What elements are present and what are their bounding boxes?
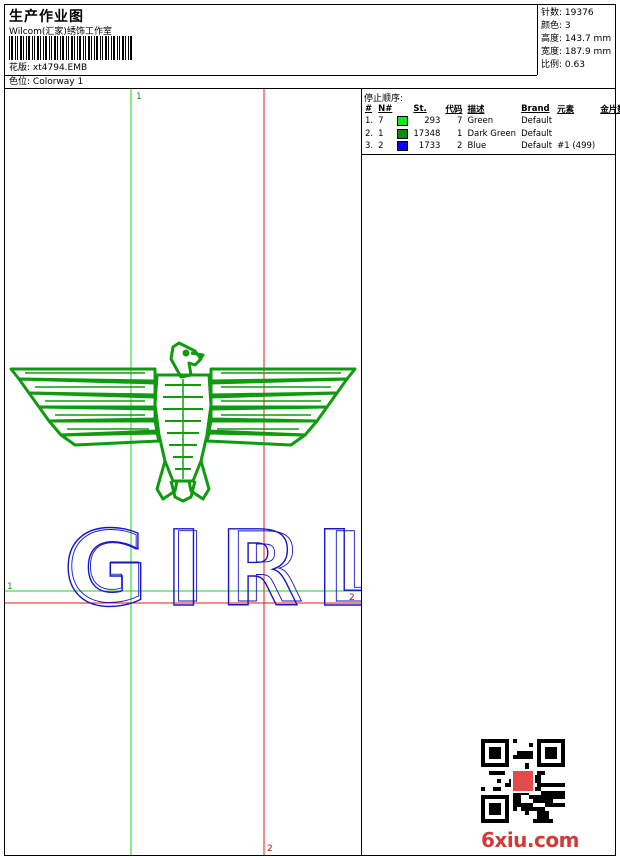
- column-divider: [361, 88, 362, 855]
- green-vertical-guide-label: 1: [136, 92, 142, 102]
- col-code: 代码: [445, 105, 463, 115]
- stats-panel: 针数: 19376 颜色: 3 高度: 143.7 mm 宽度: 187.9 m…: [541, 7, 617, 72]
- colorway-name: Colorway 1: [32, 77, 84, 87]
- col-index: #: [365, 104, 373, 114]
- colorway-label: 色位:: [9, 77, 31, 87]
- table-row: 2. 1 17348 1 Dark Green Default: [365, 128, 553, 139]
- sequence-divider: [361, 154, 615, 155]
- color-swatch: [397, 141, 409, 151]
- color-count: 颜色: 3: [541, 21, 571, 31]
- qr-code: [481, 739, 565, 823]
- col-element: 元素: [557, 105, 575, 115]
- design-scale: 比例: 0.63: [541, 60, 585, 70]
- col-brand: Brand: [521, 104, 550, 114]
- header-divider-short: [5, 75, 537, 76]
- stop-sequence-table: # N# St. 代码 描述 Brand 元素 金片数 1. 7 293 7 G…: [363, 103, 620, 153]
- colorway-row: 色位: Colorway 1: [9, 76, 83, 88]
- design-preview: GIRL GIRL 1 1 2 2: [5, 89, 361, 855]
- table-row: 3. 2 1733 2 Blue Default #1 (499): [365, 141, 596, 152]
- production-sheet: 生产作业图 Wilcom(汇家)绣饰工作室 花版: xt4794.EMB 色位:…: [4, 4, 620, 856]
- red-horizontal-guide-label: 2: [349, 593, 355, 603]
- eagle-emblem: [9, 341, 357, 503]
- col-sequins: 金片数: [600, 105, 620, 115]
- col-color: [395, 103, 411, 115]
- color-swatch: [397, 128, 409, 139]
- green-horizontal-guide-label: 1: [7, 582, 13, 592]
- girl-text-inner: GIRL: [67, 512, 361, 624]
- stitch-count: 针数: 19376: [541, 8, 594, 18]
- sequence-header-row: # N# St. 代码 描述 Brand 元素 金片数: [363, 103, 620, 115]
- design-height: 高度: 143.7 mm: [541, 34, 612, 44]
- design-width: 宽度: 187.9 mm: [541, 47, 612, 57]
- design-file-name: xt4794.EMB: [32, 63, 88, 73]
- stats-divider: [537, 5, 538, 75]
- col-description: 描述: [467, 105, 485, 115]
- col-stitches: St.: [413, 104, 427, 114]
- color-swatch: [397, 116, 409, 126]
- barcode: [9, 36, 132, 60]
- qr-seal: [513, 771, 533, 791]
- design-file-label: 花版:: [9, 63, 31, 73]
- girl-lettering: GIRL GIRL: [62, 507, 361, 630]
- watermark: 6xiu.com: [481, 828, 579, 852]
- col-needle: N#: [378, 104, 393, 114]
- page-title: 生产作业图: [9, 9, 84, 25]
- red-vertical-guide-label: 2: [267, 844, 273, 854]
- design-file-row: 花版: xt4794.EMB: [9, 62, 87, 74]
- table-row: 1. 7 293 7 Green Default: [365, 116, 553, 127]
